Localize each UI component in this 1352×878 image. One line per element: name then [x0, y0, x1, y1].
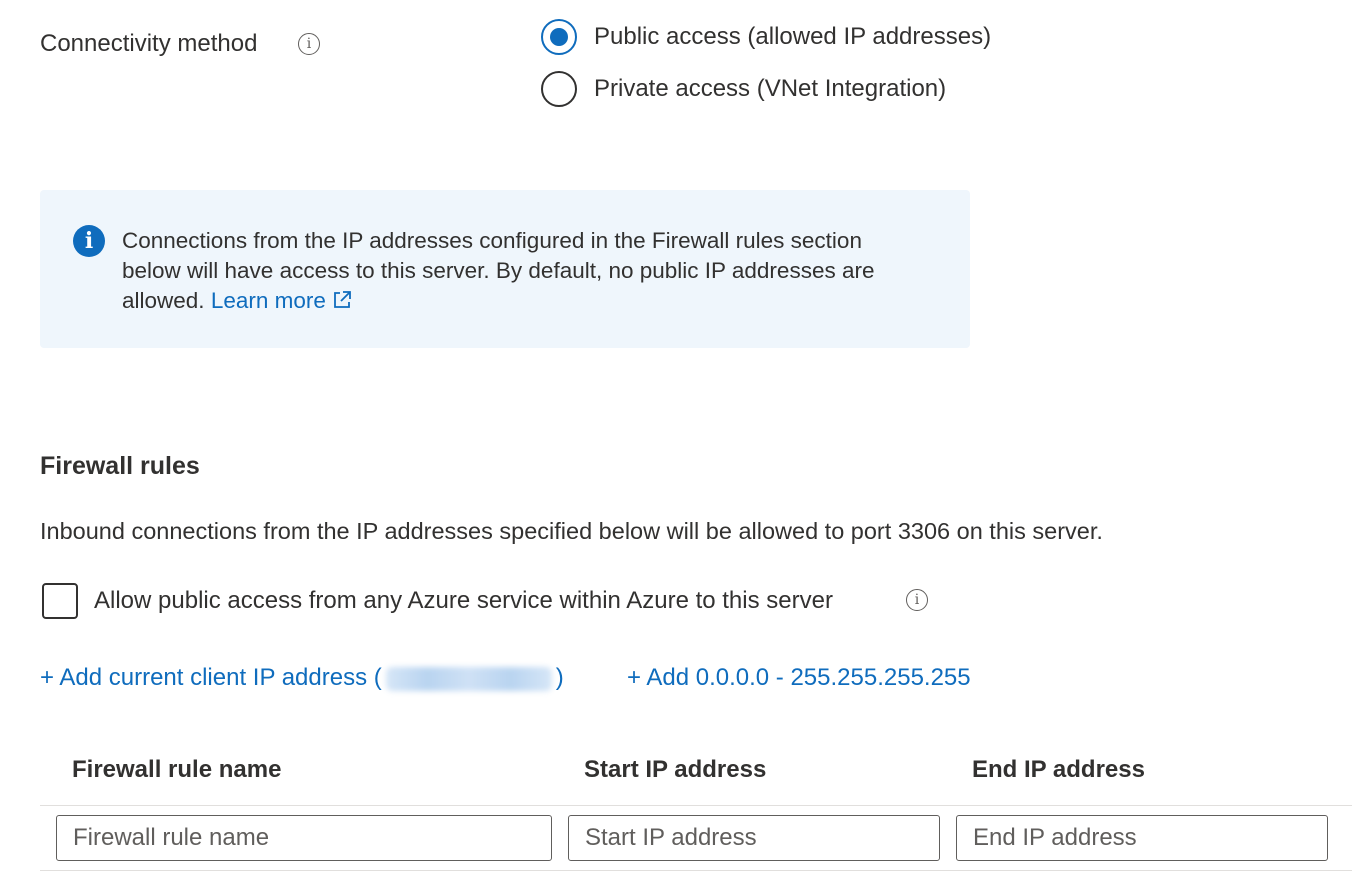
end-ip-input[interactable]	[956, 815, 1328, 861]
firewall-rules-description: Inbound connections from the IP addresse…	[40, 518, 1103, 544]
info-icon[interactable]: i	[298, 33, 320, 55]
add-all-ips-link[interactable]: + Add 0.0.0.0 - 255.255.255.255	[627, 664, 971, 692]
allow-azure-services-label[interactable]: Allow public access from any Azure servi…	[94, 587, 833, 615]
column-header-end-ip: End IP address	[972, 756, 1145, 783]
info-filled-icon: i	[73, 225, 105, 257]
info-icon[interactable]: i	[906, 589, 928, 611]
column-header-rule-name: Firewall rule name	[72, 756, 282, 783]
learn-more-link[interactable]: Learn more	[211, 288, 352, 313]
info-banner-text: Connections from the IP addresses config…	[122, 226, 922, 316]
firewall-rules-title: Firewall rules	[40, 452, 200, 480]
add-client-ip-link[interactable]: + Add current client IP address ()	[40, 664, 564, 692]
redacted-ip	[385, 666, 552, 691]
external-link-icon	[334, 291, 352, 308]
public-access-label[interactable]: Public access (allowed IP addresses)	[594, 23, 991, 51]
firewall-rule-name-input[interactable]	[56, 815, 552, 861]
radio-selected-dot	[550, 28, 568, 46]
add-client-ip-suffix: )	[555, 664, 564, 691]
private-access-label[interactable]: Private access (VNet Integration)	[594, 75, 946, 103]
table-row-divider	[40, 870, 1352, 871]
public-access-radio[interactable]	[541, 19, 577, 55]
private-access-radio[interactable]	[541, 71, 577, 107]
connectivity-method-label: Connectivity method	[40, 30, 258, 57]
column-header-start-ip: Start IP address	[584, 756, 767, 783]
start-ip-input[interactable]	[568, 815, 940, 861]
allow-azure-services-checkbox[interactable]	[42, 583, 78, 619]
add-client-ip-text: + Add current client IP address (	[40, 664, 382, 691]
table-header-divider	[40, 805, 1352, 806]
